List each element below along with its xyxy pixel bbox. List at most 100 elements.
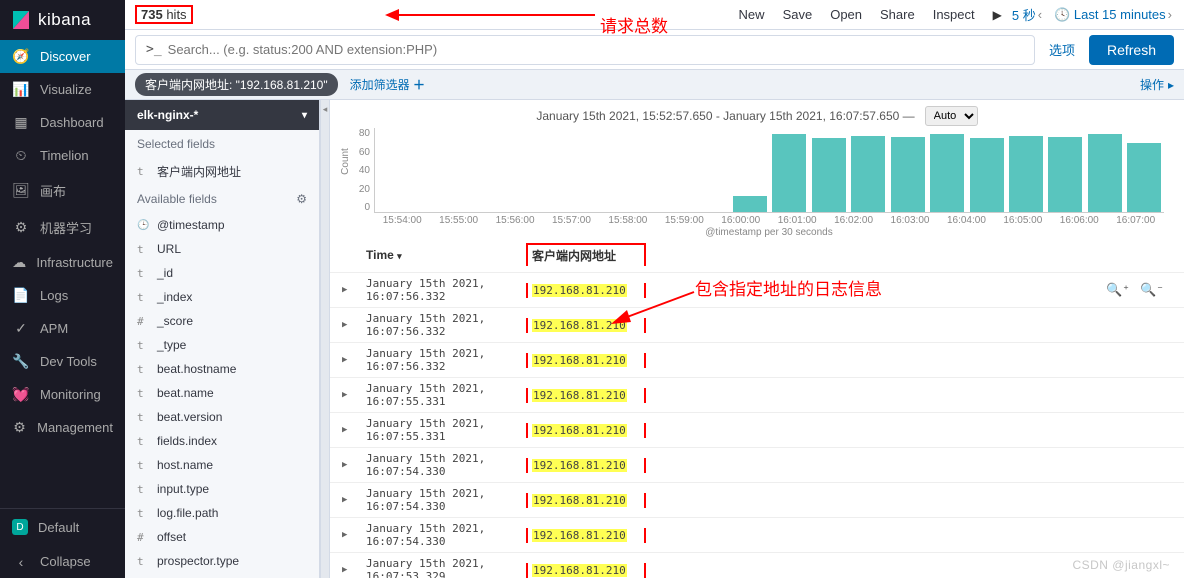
expand-icon[interactable]: ▶	[342, 285, 354, 295]
options-link[interactable]: 选项	[1049, 40, 1075, 59]
histogram-bar[interactable]	[1127, 143, 1161, 212]
table-row[interactable]: ▶January 15th 2021, 16:07:56.332192.168.…	[330, 343, 1184, 378]
histogram-bar[interactable]	[891, 137, 925, 212]
table-row[interactable]: ▶January 15th 2021, 16:07:53.329192.168.…	[330, 553, 1184, 578]
infrastructure-icon: ☁	[12, 256, 26, 270]
histogram-bar[interactable]	[812, 138, 846, 212]
画布-icon: 🖼	[12, 184, 30, 198]
table-row[interactable]: ▶January 15th 2021, 16:07:56.332192.168.…	[330, 273, 1184, 308]
top-link-save[interactable]: Save	[783, 7, 813, 22]
expand-icon[interactable]: ▶	[342, 390, 354, 400]
nav-dev tools[interactable]: 🔧Dev Tools	[0, 345, 125, 378]
histogram-bar[interactable]	[772, 134, 806, 212]
logo: kibana	[0, 0, 125, 40]
gear-icon[interactable]: ⚙	[296, 192, 307, 206]
chart-time-range: January 15th 2021, 15:52:57.650 - Januar…	[330, 100, 1184, 128]
available-field[interactable]: t_index	[125, 285, 319, 309]
table-row[interactable]: ▶January 15th 2021, 16:07:54.330192.168.…	[330, 518, 1184, 553]
expand-icon[interactable]: ▶	[342, 530, 354, 540]
available-field[interactable]: tlog.file.path	[125, 501, 319, 525]
table-row[interactable]: ▶January 15th 2021, 16:07:55.331192.168.…	[330, 413, 1184, 448]
expand-icon[interactable]: ▶	[342, 565, 354, 575]
add-filter[interactable]: 添加筛选器 ＋	[350, 76, 425, 93]
top-link-open[interactable]: Open	[830, 7, 862, 22]
available-field[interactable]: tURL	[125, 237, 319, 261]
available-field[interactable]: #offset	[125, 525, 319, 549]
nav-discover[interactable]: 🧭Discover	[0, 40, 125, 73]
zoom-out-icon[interactable]: 🔍⁻	[1140, 283, 1164, 298]
histogram-bar[interactable]	[851, 136, 885, 213]
dev tools-icon: 🔧	[12, 355, 30, 369]
available-field[interactable]: tprospector.type	[125, 549, 319, 573]
discover-icon: 🧭	[12, 50, 30, 64]
histogram-bar[interactable]	[1009, 136, 1043, 213]
refresh-button[interactable]: Refresh	[1089, 35, 1174, 65]
nav-monitoring[interactable]: 💓Monitoring	[0, 378, 125, 411]
nav-visualize[interactable]: 📊Visualize	[0, 73, 125, 106]
available-field[interactable]: tinput.type	[125, 477, 319, 501]
top-bar: 735 hits NewSaveOpenShareInspect ▶ 5 秒‹ …	[125, 0, 1184, 30]
机器学习-icon: ⚙	[12, 221, 30, 235]
top-link-inspect[interactable]: Inspect	[933, 7, 975, 22]
histogram-chart[interactable]: Count 806040200 15:54:0015:55:0015:56:00…	[374, 128, 1164, 233]
nav-infrastructure[interactable]: ☁Infrastructure	[0, 246, 125, 279]
play-icon[interactable]: ▶	[993, 8, 1002, 22]
available-field[interactable]: tfields.index	[125, 429, 319, 453]
caret-down-icon: ▾	[302, 110, 307, 121]
results-area: January 15th 2021, 15:52:57.650 - Januar…	[330, 100, 1184, 578]
table-row[interactable]: ▶January 15th 2021, 16:07:54.330192.168.…	[330, 483, 1184, 518]
table-row[interactable]: ▶January 15th 2021, 16:07:54.330192.168.…	[330, 448, 1184, 483]
search-bar-row: >_ 选项 Refresh	[125, 30, 1184, 70]
table-row[interactable]: ▶January 15th 2021, 16:07:55.331192.168.…	[330, 378, 1184, 413]
selected-field[interactable]: t客户端内网地址	[125, 158, 319, 185]
histogram-bar[interactable]	[970, 138, 1004, 212]
query-input[interactable]	[168, 42, 1024, 57]
interval-select[interactable]: Auto	[925, 106, 978, 126]
available-field[interactable]: 🕒@timestamp	[125, 213, 319, 237]
col-ip-header[interactable]: 客户端内网地址	[526, 243, 646, 266]
available-field[interactable]: t_id	[125, 261, 319, 285]
table-row[interactable]: ▶January 15th 2021, 16:07:56.332192.168.…	[330, 308, 1184, 343]
top-link-new[interactable]: New	[739, 7, 765, 22]
nav-logs[interactable]: 📄Logs	[0, 279, 125, 312]
available-field[interactable]: t_type	[125, 333, 319, 357]
filter-pill[interactable]: 客户端内网地址: "192.168.81.210"	[135, 73, 338, 96]
top-link-share[interactable]: Share	[880, 7, 915, 22]
nav-画布[interactable]: 🖼画布	[0, 172, 125, 209]
available-field[interactable]: tbeat.version	[125, 405, 319, 429]
available-field[interactable]: #_score	[125, 309, 319, 333]
nav-机器学习[interactable]: ⚙机器学习	[0, 209, 125, 246]
zoom-in-icon[interactable]: 🔍⁺	[1106, 283, 1130, 298]
sidebar-collapse-handle[interactable]: ◂	[320, 100, 330, 578]
nav-apm[interactable]: ✓APM	[0, 312, 125, 345]
collapse-nav[interactable]: ‹ Collapse	[0, 545, 125, 578]
expand-icon[interactable]: ▶	[342, 460, 354, 470]
histogram-bar[interactable]	[733, 196, 767, 212]
nav-dashboard[interactable]: ▦Dashboard	[0, 106, 125, 139]
available-field[interactable]: tbeat.name	[125, 381, 319, 405]
available-fields-header: Available fields ⚙	[125, 185, 319, 213]
time-range[interactable]: 🕓 Last 15 minutes›	[1054, 7, 1174, 23]
filter-actions[interactable]: 操作 ▸	[1140, 76, 1174, 93]
expand-icon[interactable]: ▶	[342, 425, 354, 435]
available-field[interactable]: tbeat.hostname	[125, 357, 319, 381]
expand-icon[interactable]: ▶	[342, 495, 354, 505]
index-pattern-select[interactable]: elk-nginx-*▾	[125, 100, 319, 130]
histogram-bar[interactable]	[930, 134, 964, 212]
available-field[interactable]: thost.name	[125, 453, 319, 477]
x-axis-label: @timestamp per 30 seconds	[374, 227, 1164, 238]
col-time-header[interactable]: Time ▾	[366, 248, 526, 262]
expand-icon[interactable]: ▶	[342, 355, 354, 365]
available-field[interactable]: tsource	[125, 573, 319, 578]
refresh-interval[interactable]: 5 秒‹	[1012, 5, 1044, 24]
nav-management[interactable]: ⚙Management	[0, 411, 125, 444]
visualize-icon: 📊	[12, 83, 30, 97]
histogram-bar[interactable]	[1048, 137, 1082, 212]
expand-icon[interactable]: ▶	[342, 320, 354, 330]
space-default[interactable]: DDefault	[0, 509, 125, 545]
histogram-bar[interactable]	[1088, 134, 1122, 212]
nav-timelion[interactable]: ⏲Timelion	[0, 139, 125, 172]
timelion-icon: ⏲	[12, 149, 30, 163]
search-input[interactable]: >_	[135, 35, 1035, 65]
selected-fields-header: Selected fields	[125, 130, 319, 158]
